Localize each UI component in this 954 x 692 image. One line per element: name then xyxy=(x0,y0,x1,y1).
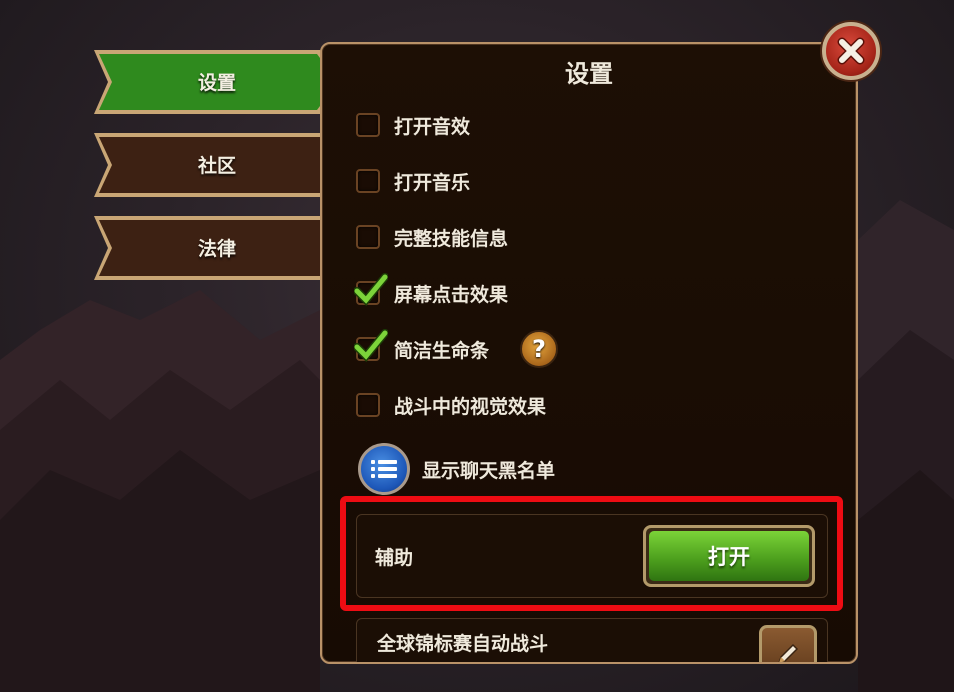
chat-blacklist-row[interactable]: 显示聊天黑名单 xyxy=(358,442,555,496)
tournament-autobattle-section: 全球锦标赛自动战斗 xyxy=(356,618,828,662)
music-label: 打开音乐 xyxy=(394,171,471,194)
option-tap-effect[interactable]: 屏幕点击效果 xyxy=(354,273,509,310)
tap-effect-checkbox[interactable] xyxy=(354,273,388,306)
full-skill-info-checkbox[interactable] xyxy=(356,225,380,249)
option-simple-health-bar[interactable]: 简洁生命条 xyxy=(354,329,490,366)
tournament-autobattle-label: 全球锦标赛自动战斗 xyxy=(377,633,549,655)
close-icon xyxy=(837,37,865,65)
battle-visual-effects-label: 战斗中的视觉效果 xyxy=(394,395,547,418)
option-battle-visual-effects[interactable]: 战斗中的视觉效果 xyxy=(356,388,546,422)
checkmark-icon xyxy=(354,273,388,306)
chat-blacklist-label: 显示聊天黑名单 xyxy=(422,459,556,482)
chat-blacklist-button[interactable] xyxy=(358,443,410,495)
highlight-frame xyxy=(340,496,843,611)
tab-settings-label: 设置 xyxy=(197,71,236,94)
tab-legal[interactable]: 法律 xyxy=(92,214,348,284)
question-icon: ? xyxy=(532,335,546,363)
option-full-skill-info[interactable]: 完整技能信息 xyxy=(356,220,508,254)
tab-community-label: 社区 xyxy=(197,154,236,177)
tab-legal-label: 法律 xyxy=(197,237,236,260)
help-button[interactable]: ? xyxy=(520,330,558,368)
tap-effect-label: 屏幕点击效果 xyxy=(394,283,509,306)
music-checkbox[interactable] xyxy=(356,169,380,193)
tab-community[interactable]: 社区 xyxy=(92,131,348,201)
full-skill-info-label: 完整技能信息 xyxy=(394,227,509,250)
sound-effects-label: 打开音效 xyxy=(394,115,471,138)
tab-settings[interactable]: 设置 xyxy=(92,48,348,118)
option-music[interactable]: 打开音乐 xyxy=(356,164,470,198)
battle-visual-effects-checkbox[interactable] xyxy=(356,393,380,417)
panel-title: 设置 xyxy=(565,60,613,88)
pencil-icon xyxy=(778,643,799,662)
close-button[interactable] xyxy=(822,22,880,80)
simple-health-bar-checkbox[interactable] xyxy=(354,329,388,362)
sound-effects-checkbox[interactable] xyxy=(356,113,380,137)
option-sound-effects[interactable]: 打开音效 xyxy=(356,108,470,142)
checkmark-icon xyxy=(354,329,388,362)
tournament-edit-button[interactable] xyxy=(759,625,817,662)
simple-health-bar-label: 简洁生命条 xyxy=(394,339,490,362)
list-icon xyxy=(371,460,397,478)
